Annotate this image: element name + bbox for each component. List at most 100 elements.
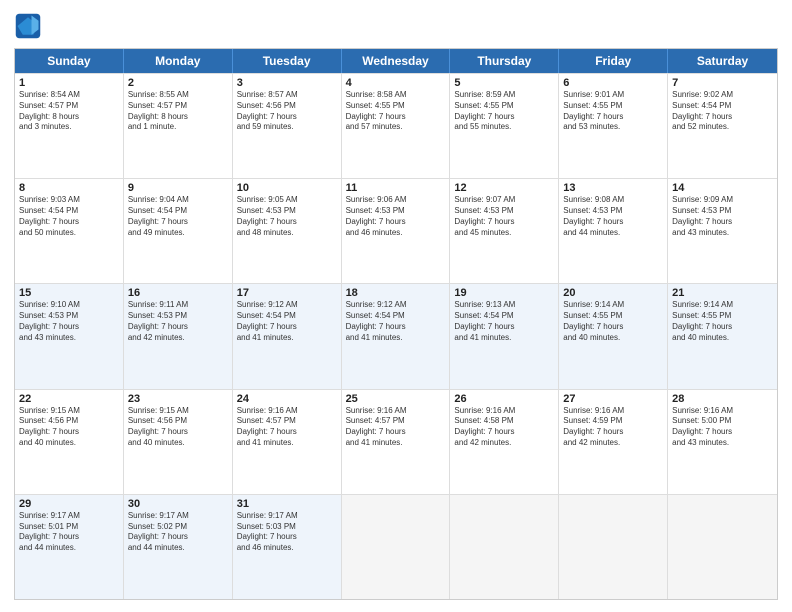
header-cell-tuesday: Tuesday [233, 49, 342, 73]
cell-text: Sunrise: 9:09 AM Sunset: 4:53 PM Dayligh… [672, 195, 773, 238]
logo [14, 12, 46, 40]
empty-cell [668, 495, 777, 599]
day-cell-30: 30Sunrise: 9:17 AM Sunset: 5:02 PM Dayli… [124, 495, 233, 599]
day-cell-29: 29Sunrise: 9:17 AM Sunset: 5:01 PM Dayli… [15, 495, 124, 599]
cell-text: Sunrise: 9:01 AM Sunset: 4:55 PM Dayligh… [563, 90, 663, 133]
day-cell-14: 14Sunrise: 9:09 AM Sunset: 4:53 PM Dayli… [668, 179, 777, 283]
day-cell-22: 22Sunrise: 9:15 AM Sunset: 4:56 PM Dayli… [15, 390, 124, 494]
header-cell-sunday: Sunday [15, 49, 124, 73]
day-cell-26: 26Sunrise: 9:16 AM Sunset: 4:58 PM Dayli… [450, 390, 559, 494]
day-number: 3 [237, 77, 337, 89]
day-cell-20: 20Sunrise: 9:14 AM Sunset: 4:55 PM Dayli… [559, 284, 668, 388]
empty-cell [342, 495, 451, 599]
header-cell-thursday: Thursday [450, 49, 559, 73]
header-cell-saturday: Saturday [668, 49, 777, 73]
day-number: 21 [672, 287, 773, 299]
cell-text: Sunrise: 9:02 AM Sunset: 4:54 PM Dayligh… [672, 90, 773, 133]
cell-text: Sunrise: 9:12 AM Sunset: 4:54 PM Dayligh… [237, 300, 337, 343]
cell-text: Sunrise: 8:59 AM Sunset: 4:55 PM Dayligh… [454, 90, 554, 133]
cell-text: Sunrise: 9:15 AM Sunset: 4:56 PM Dayligh… [128, 406, 228, 449]
day-cell-17: 17Sunrise: 9:12 AM Sunset: 4:54 PM Dayli… [233, 284, 342, 388]
cell-text: Sunrise: 9:10 AM Sunset: 4:53 PM Dayligh… [19, 300, 119, 343]
calendar: SundayMondayTuesdayWednesdayThursdayFrid… [14, 48, 778, 600]
calendar-row-3: 22Sunrise: 9:15 AM Sunset: 4:56 PM Dayli… [15, 389, 777, 494]
day-cell-8: 8Sunrise: 9:03 AM Sunset: 4:54 PM Daylig… [15, 179, 124, 283]
cell-text: Sunrise: 9:15 AM Sunset: 4:56 PM Dayligh… [19, 406, 119, 449]
day-number: 20 [563, 287, 663, 299]
day-number: 11 [346, 182, 446, 194]
calendar-row-0: 1Sunrise: 8:54 AM Sunset: 4:57 PM Daylig… [15, 73, 777, 178]
day-number: 23 [128, 393, 228, 405]
day-cell-2: 2Sunrise: 8:55 AM Sunset: 4:57 PM Daylig… [124, 74, 233, 178]
day-cell-15: 15Sunrise: 9:10 AM Sunset: 4:53 PM Dayli… [15, 284, 124, 388]
cell-text: Sunrise: 9:04 AM Sunset: 4:54 PM Dayligh… [128, 195, 228, 238]
calendar-row-1: 8Sunrise: 9:03 AM Sunset: 4:54 PM Daylig… [15, 178, 777, 283]
cell-text: Sunrise: 9:16 AM Sunset: 4:57 PM Dayligh… [237, 406, 337, 449]
cell-text: Sunrise: 9:17 AM Sunset: 5:01 PM Dayligh… [19, 511, 119, 554]
day-cell-13: 13Sunrise: 9:08 AM Sunset: 4:53 PM Dayli… [559, 179, 668, 283]
day-cell-16: 16Sunrise: 9:11 AM Sunset: 4:53 PM Dayli… [124, 284, 233, 388]
day-cell-18: 18Sunrise: 9:12 AM Sunset: 4:54 PM Dayli… [342, 284, 451, 388]
day-number: 13 [563, 182, 663, 194]
day-number: 6 [563, 77, 663, 89]
day-cell-7: 7Sunrise: 9:02 AM Sunset: 4:54 PM Daylig… [668, 74, 777, 178]
day-cell-6: 6Sunrise: 9:01 AM Sunset: 4:55 PM Daylig… [559, 74, 668, 178]
cell-text: Sunrise: 9:05 AM Sunset: 4:53 PM Dayligh… [237, 195, 337, 238]
cell-text: Sunrise: 9:12 AM Sunset: 4:54 PM Dayligh… [346, 300, 446, 343]
day-number: 8 [19, 182, 119, 194]
day-number: 31 [237, 498, 337, 510]
cell-text: Sunrise: 9:17 AM Sunset: 5:02 PM Dayligh… [128, 511, 228, 554]
cell-text: Sunrise: 8:55 AM Sunset: 4:57 PM Dayligh… [128, 90, 228, 133]
day-cell-1: 1Sunrise: 8:54 AM Sunset: 4:57 PM Daylig… [15, 74, 124, 178]
day-number: 1 [19, 77, 119, 89]
cell-text: Sunrise: 9:07 AM Sunset: 4:53 PM Dayligh… [454, 195, 554, 238]
day-number: 9 [128, 182, 228, 194]
day-number: 28 [672, 393, 773, 405]
cell-text: Sunrise: 9:13 AM Sunset: 4:54 PM Dayligh… [454, 300, 554, 343]
day-number: 26 [454, 393, 554, 405]
day-cell-24: 24Sunrise: 9:16 AM Sunset: 4:57 PM Dayli… [233, 390, 342, 494]
day-number: 17 [237, 287, 337, 299]
day-cell-31: 31Sunrise: 9:17 AM Sunset: 5:03 PM Dayli… [233, 495, 342, 599]
day-number: 22 [19, 393, 119, 405]
logo-icon [14, 12, 42, 40]
page: SundayMondayTuesdayWednesdayThursdayFrid… [0, 0, 792, 612]
day-cell-23: 23Sunrise: 9:15 AM Sunset: 4:56 PM Dayli… [124, 390, 233, 494]
day-number: 18 [346, 287, 446, 299]
header [14, 12, 778, 40]
day-number: 27 [563, 393, 663, 405]
day-cell-9: 9Sunrise: 9:04 AM Sunset: 4:54 PM Daylig… [124, 179, 233, 283]
day-number: 4 [346, 77, 446, 89]
empty-cell [450, 495, 559, 599]
cell-text: Sunrise: 9:08 AM Sunset: 4:53 PM Dayligh… [563, 195, 663, 238]
day-cell-10: 10Sunrise: 9:05 AM Sunset: 4:53 PM Dayli… [233, 179, 342, 283]
day-cell-4: 4Sunrise: 8:58 AM Sunset: 4:55 PM Daylig… [342, 74, 451, 178]
day-cell-21: 21Sunrise: 9:14 AM Sunset: 4:55 PM Dayli… [668, 284, 777, 388]
cell-text: Sunrise: 9:11 AM Sunset: 4:53 PM Dayligh… [128, 300, 228, 343]
header-cell-wednesday: Wednesday [342, 49, 451, 73]
cell-text: Sunrise: 8:58 AM Sunset: 4:55 PM Dayligh… [346, 90, 446, 133]
day-number: 12 [454, 182, 554, 194]
header-cell-friday: Friday [559, 49, 668, 73]
day-number: 2 [128, 77, 228, 89]
day-number: 25 [346, 393, 446, 405]
cell-text: Sunrise: 9:16 AM Sunset: 4:58 PM Dayligh… [454, 406, 554, 449]
cell-text: Sunrise: 9:16 AM Sunset: 4:59 PM Dayligh… [563, 406, 663, 449]
day-number: 14 [672, 182, 773, 194]
cell-text: Sunrise: 8:54 AM Sunset: 4:57 PM Dayligh… [19, 90, 119, 133]
calendar-row-4: 29Sunrise: 9:17 AM Sunset: 5:01 PM Dayli… [15, 494, 777, 599]
header-cell-monday: Monday [124, 49, 233, 73]
day-cell-3: 3Sunrise: 8:57 AM Sunset: 4:56 PM Daylig… [233, 74, 342, 178]
day-cell-19: 19Sunrise: 9:13 AM Sunset: 4:54 PM Dayli… [450, 284, 559, 388]
day-cell-27: 27Sunrise: 9:16 AM Sunset: 4:59 PM Dayli… [559, 390, 668, 494]
cell-text: Sunrise: 9:16 AM Sunset: 4:57 PM Dayligh… [346, 406, 446, 449]
empty-cell [559, 495, 668, 599]
cell-text: Sunrise: 8:57 AM Sunset: 4:56 PM Dayligh… [237, 90, 337, 133]
cell-text: Sunrise: 9:14 AM Sunset: 4:55 PM Dayligh… [672, 300, 773, 343]
day-cell-11: 11Sunrise: 9:06 AM Sunset: 4:53 PM Dayli… [342, 179, 451, 283]
day-number: 24 [237, 393, 337, 405]
day-number: 10 [237, 182, 337, 194]
day-cell-25: 25Sunrise: 9:16 AM Sunset: 4:57 PM Dayli… [342, 390, 451, 494]
day-number: 5 [454, 77, 554, 89]
day-cell-28: 28Sunrise: 9:16 AM Sunset: 5:00 PM Dayli… [668, 390, 777, 494]
